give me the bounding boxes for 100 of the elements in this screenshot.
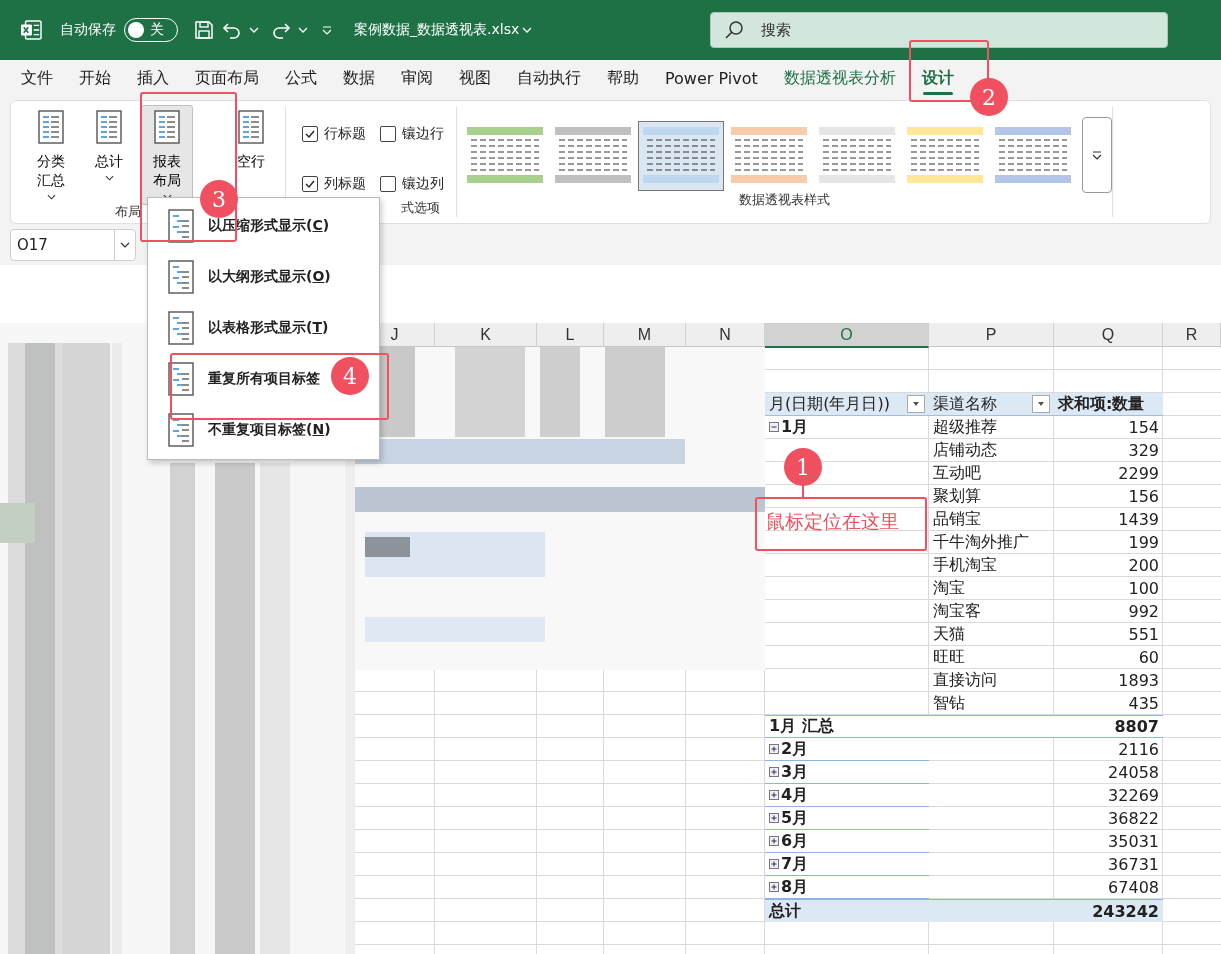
channel-name: 聚划算 — [933, 485, 981, 507]
month-label: 8月 — [781, 876, 809, 898]
step-badge: 2 — [970, 78, 1008, 116]
expand-toggle[interactable] — [769, 836, 779, 846]
channel-name: 店铺动态 — [933, 439, 997, 461]
quantity-value: 551 — [1128, 624, 1159, 644]
menu-tab[interactable]: 自动执行 — [504, 64, 594, 93]
menu-tab[interactable]: 开始 — [66, 64, 124, 93]
quantity-value: 35031 — [1108, 831, 1159, 851]
ribbon-button[interactable]: 空行 — [225, 105, 277, 176]
expand-toggle[interactable] — [769, 744, 779, 754]
menu-tab[interactable]: 数据 — [330, 64, 388, 93]
ribbon-button[interactable]: 总计 — [83, 105, 135, 186]
expand-toggle[interactable] — [769, 859, 779, 869]
channel-name: 淘宝客 — [933, 600, 981, 622]
quantity-value: 200 — [1128, 555, 1159, 575]
search-field[interactable]: 搜索 — [710, 12, 1169, 48]
quantity-value: 36731 — [1108, 854, 1159, 874]
subtotal-value: 8807 — [1054, 715, 1163, 738]
annotation-text: 鼠标定位在这里 — [766, 509, 899, 534]
customize-toolbar-icon[interactable] — [322, 25, 332, 35]
name-box[interactable]: O17 — [10, 229, 136, 261]
ribbon-button[interactable]: 分类汇总 — [25, 105, 77, 205]
row-field-label: 月(日期(年月日)) — [769, 393, 890, 415]
search-icon — [724, 20, 745, 40]
expand-toggle[interactable] — [769, 882, 779, 892]
month-label: 1月 — [781, 416, 809, 438]
column-header[interactable]: Q — [1054, 323, 1163, 348]
grand-total-value: 243242 — [1054, 899, 1163, 922]
channel-name: 超级推荐 — [933, 416, 997, 438]
caret-icon — [46, 194, 56, 200]
document-icon — [168, 259, 194, 294]
more-icon — [1091, 150, 1102, 160]
month-label: 5月 — [781, 807, 809, 829]
document-icon — [96, 110, 122, 144]
filter-dropdown-button[interactable] — [1032, 395, 1050, 413]
collapse-toggle[interactable] — [769, 422, 779, 432]
column-field-label: 渠道名称 — [933, 393, 997, 415]
expand-toggle[interactable] — [769, 767, 779, 777]
month-label: 6月 — [781, 830, 809, 852]
channel-name: 互动吧 — [933, 462, 981, 484]
gallery-more-button[interactable] — [1081, 117, 1112, 193]
save-icon[interactable] — [194, 20, 214, 40]
checkmark-icon — [304, 178, 316, 190]
menu-tab[interactable]: 公式 — [272, 64, 330, 93]
quantity-value: 154 — [1128, 417, 1159, 437]
excel-logo-icon — [20, 20, 42, 40]
column-header[interactable]: R — [1163, 323, 1221, 348]
column-header[interactable]: P — [929, 323, 1054, 348]
checkmark-icon — [304, 128, 316, 140]
quantity-value: 24058 — [1108, 762, 1159, 782]
menu-tab[interactable]: 数据透视表分析 — [770, 64, 909, 93]
caret-icon[interactable] — [522, 27, 533, 33]
checkbox[interactable]: 行标题 — [302, 119, 366, 149]
quantity-value: 100 — [1128, 578, 1159, 598]
month-label: 2月 — [781, 738, 809, 760]
checkbox[interactable]: 镶边行 — [380, 119, 444, 149]
menu-tab[interactable]: 文件 — [8, 64, 66, 93]
quantity-value: 60 — [1138, 647, 1159, 667]
style-swatch[interactable] — [637, 121, 724, 191]
quantity-value: 67408 — [1108, 877, 1159, 897]
menu-tab[interactable]: 审阅 — [388, 64, 446, 93]
month-label: 3月 — [781, 761, 809, 783]
file-name[interactable]: 案例数据_数据透视表.xlsx — [354, 21, 520, 39]
expand-toggle[interactable] — [769, 813, 779, 823]
channel-name: 淘宝 — [933, 577, 965, 599]
checkbox[interactable]: 镶边列 — [380, 169, 444, 199]
document-icon — [168, 208, 194, 243]
group-title: 数据透视表样式 — [739, 191, 830, 209]
subtotal-label: 1月 汇总 — [765, 715, 929, 738]
channel-name: 智钻 — [933, 692, 965, 714]
quantity-value: 199 — [1128, 532, 1159, 552]
caret-icon[interactable] — [249, 27, 259, 33]
filter-dropdown-button[interactable] — [907, 395, 925, 413]
group-title: 式选项 — [401, 199, 441, 217]
quantity-value: 2299 — [1118, 463, 1159, 483]
menu-tab[interactable]: Power Pivot — [652, 65, 771, 92]
redo-icon[interactable] — [271, 20, 291, 40]
caret-icon — [120, 242, 130, 248]
group-title: 布局 — [115, 203, 141, 221]
dropdown-arrow-icon — [911, 401, 921, 407]
quantity-value: 1893 — [1118, 670, 1159, 690]
menu-tab[interactable]: 帮助 — [594, 64, 652, 93]
document-icon — [38, 110, 64, 144]
quantity-value: 156 — [1128, 486, 1159, 506]
expand-toggle[interactable] — [769, 790, 779, 800]
undo-icon[interactable] — [222, 20, 242, 40]
document-icon — [238, 110, 264, 144]
quantity-value: 32269 — [1108, 785, 1159, 805]
channel-name: 手机淘宝 — [933, 554, 997, 576]
menu-item[interactable]: 以大纲形式显示(O) — [148, 251, 379, 302]
month-label: 4月 — [781, 784, 809, 806]
checkbox[interactable]: 列标题 — [302, 169, 366, 199]
menu-tab[interactable]: 插入 — [124, 64, 182, 93]
menu-tab[interactable]: 视图 — [446, 64, 504, 93]
quantity-value: 36822 — [1108, 808, 1159, 828]
quantity-value: 992 — [1128, 601, 1159, 621]
menu-tab[interactable]: 页面布局 — [182, 64, 272, 93]
caret-icon[interactable] — [298, 27, 308, 33]
column-header[interactable]: O — [765, 323, 929, 348]
